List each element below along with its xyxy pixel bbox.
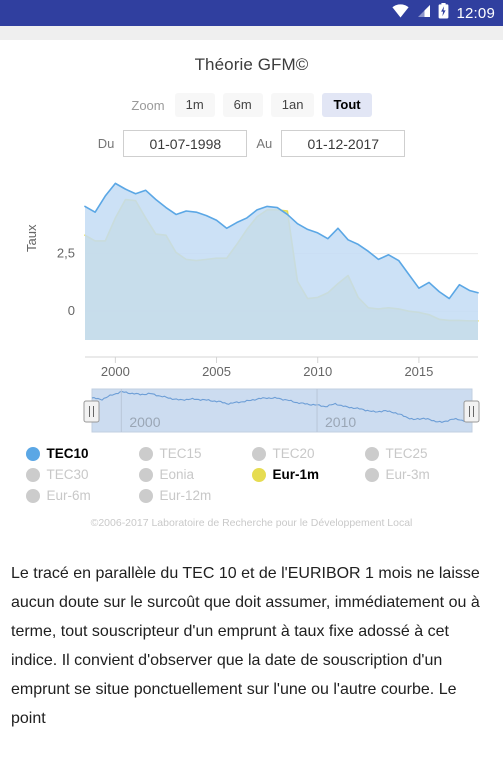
legend-dot-icon (25, 446, 40, 461)
navigator-svg[interactable]: 2000 2010 (0, 377, 503, 437)
status-bar-clock: 12:09 (456, 4, 495, 22)
wifi-icon (392, 3, 410, 23)
article-paragraph: Le tracé en parallèle du TEC 10 et de l'… (11, 565, 480, 727)
range-button-tout[interactable]: Tout (322, 93, 372, 117)
range-selector-label: Zoom (131, 97, 165, 113)
legend-dot-icon (138, 488, 153, 503)
legend-item-tec10[interactable]: TEC10 (25, 443, 139, 464)
y-axis-title: Taux (24, 224, 39, 252)
chart-credits[interactable]: ©2006-2017 Laboratoire de Recherche pour… (0, 517, 503, 529)
legend-dot-icon (138, 467, 153, 482)
navigator-handle-right[interactable] (463, 400, 480, 423)
page-body: Théorie GFM© Zoom 1m 6m 1an Tout Du Au 2… (0, 26, 503, 779)
chart-title: Théorie GFM© (194, 55, 309, 74)
chart-plot-area[interactable]: 2000 2005 2010 2015 0 2,5 (0, 165, 503, 377)
range-button-6m[interactable]: 6m (222, 93, 263, 117)
legend-item-eur-6m[interactable]: Eur-6m (25, 485, 139, 506)
status-bar: 12:09 (0, 0, 503, 26)
legend-item-label: TEC10 (46, 446, 89, 461)
legend-item-label: Eur-12m (159, 488, 212, 503)
legend-dot-icon (251, 446, 266, 461)
legend-item-tec30[interactable]: TEC30 (25, 464, 139, 485)
navigator-tick-label: 2010 (325, 414, 356, 430)
chart-svg[interactable]: 2000 2005 2010 2015 0 2,5 (0, 165, 503, 377)
chart-legend: TEC10 TEC15 TEC20 TEC25 TEC30 Eonia Eur-1m Eur-… (25, 443, 478, 506)
legend-item-label: TEC25 (385, 446, 428, 461)
legend-dot-icon (25, 467, 40, 482)
legend-dot-icon (364, 467, 379, 482)
range-selector: Zoom 1m 6m 1an Tout (0, 93, 503, 117)
navigator-tick-label: 2000 (129, 414, 160, 430)
chart-card: Théorie GFM© Zoom 1m 6m 1an Tout Du Au 2… (0, 40, 503, 533)
date-from-label: Du (97, 136, 115, 151)
y-axis-tick-label: 2,5 (57, 246, 75, 261)
legend-item-label: TEC15 (159, 446, 202, 461)
x-axis-tick-label: 2010 (303, 364, 332, 377)
legend-dot-icon (251, 467, 266, 482)
legend-item-label: Eonia (159, 467, 195, 482)
legend-item-label: TEC30 (46, 467, 89, 482)
legend-item-tec20[interactable]: TEC20 (251, 443, 365, 464)
range-button-1an[interactable]: 1an (270, 93, 315, 117)
legend-dot-icon (364, 446, 379, 461)
legend-item-tec25[interactable]: TEC25 (364, 443, 478, 464)
range-button-1m[interactable]: 1m (174, 93, 215, 117)
date-range-row: Du Au (0, 130, 503, 157)
signal-icon (416, 4, 431, 23)
navigator-handle-left[interactable] (83, 400, 100, 423)
date-to-label: Au (256, 136, 273, 151)
legend-dot-icon (138, 446, 153, 461)
battery-charging-icon (438, 2, 449, 24)
x-axis-tick-label: 2005 (202, 364, 231, 377)
legend-item-label: Eur-3m (385, 467, 430, 482)
legend-item-label: Eur-6m (46, 488, 91, 503)
y-axis-tick-label: 0 (68, 303, 75, 318)
date-from-input[interactable] (123, 130, 248, 157)
legend-item-label: Eur-1m (272, 467, 320, 482)
chart-navigator[interactable]: 2000 2010 (0, 377, 503, 437)
x-axis-tick-label: 2015 (404, 364, 433, 377)
legend-item-tec15[interactable]: TEC15 (138, 443, 252, 464)
date-to-input[interactable] (281, 130, 406, 157)
legend-item-eonia[interactable]: Eonia (138, 464, 252, 485)
legend-item-label: TEC20 (272, 446, 315, 461)
series-area-tec10 (85, 183, 478, 340)
top-divider (0, 26, 503, 40)
legend-item-eur-12m[interactable]: Eur-12m (138, 485, 252, 506)
x-axis-tick-label: 2000 (101, 364, 130, 377)
legend-item-eur-1m[interactable]: Eur-1m (251, 464, 365, 485)
legend-dot-icon (25, 488, 40, 503)
legend-item-eur-3m[interactable]: Eur-3m (364, 464, 478, 485)
